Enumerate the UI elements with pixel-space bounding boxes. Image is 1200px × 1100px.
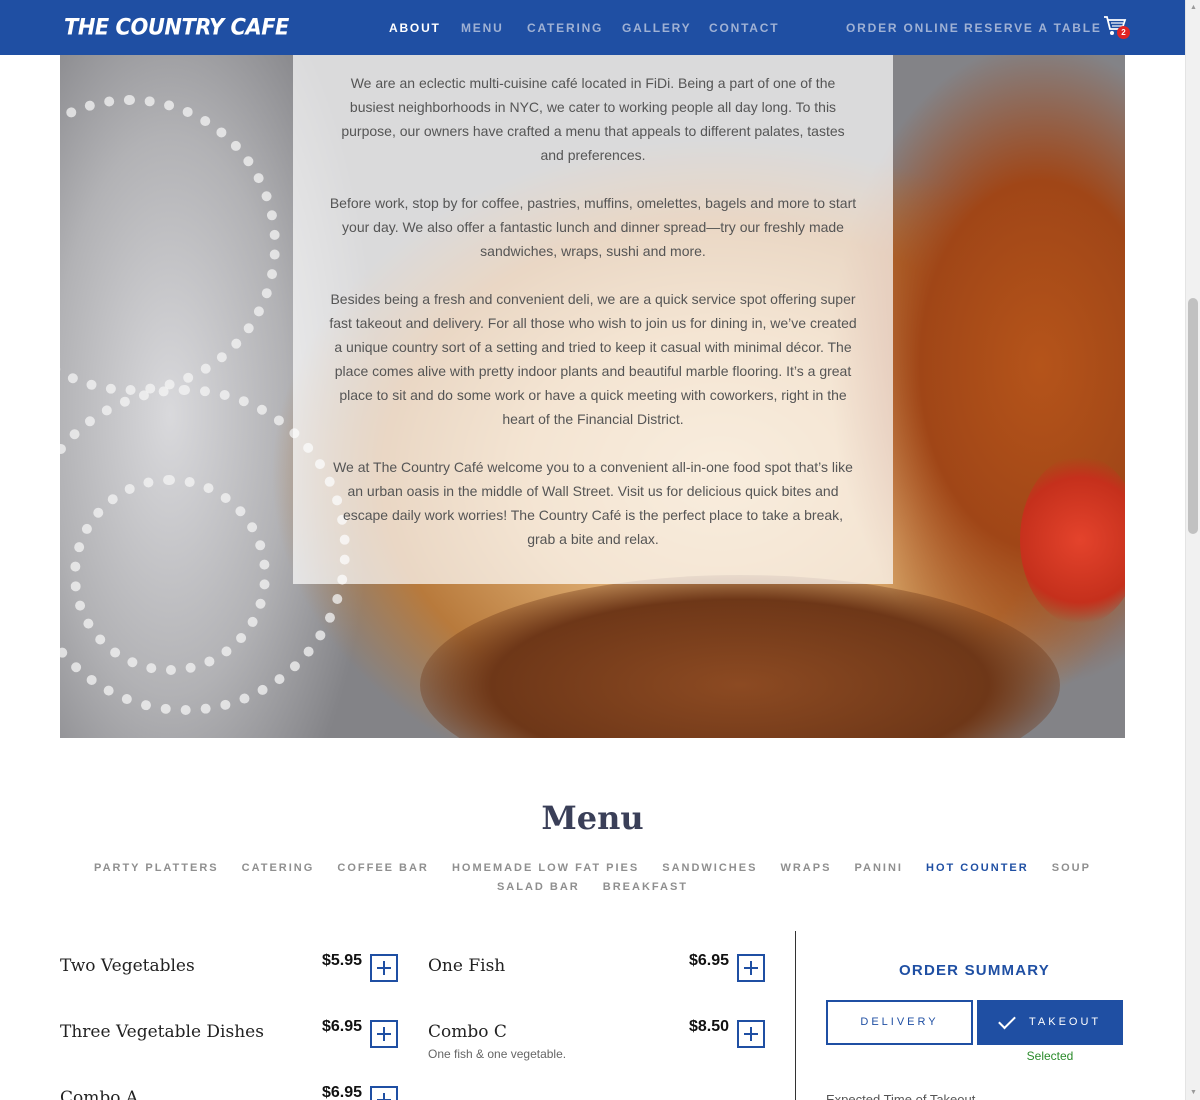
tab-coffee-bar[interactable]: COFFEE BAR: [337, 861, 429, 876]
nav-link-about[interactable]: ABOUT: [389, 20, 441, 36]
menu-item-price: $6.95: [688, 952, 729, 969]
menu-item-description: One fish & one vegetable.: [428, 1047, 567, 1061]
takeout-label: TAKEOUT: [1029, 1016, 1102, 1028]
menu-item-name: Three Vegetable Dishes: [60, 1022, 264, 1042]
about-paragraph: We at The Country Café welcome you to a …: [333, 459, 853, 547]
tab-soup[interactable]: SOUP: [1052, 861, 1091, 876]
order-online-link[interactable]: ORDER ONLINE: [846, 20, 960, 36]
menu-item-price: $5.95: [321, 952, 362, 969]
tomato-shape: [1020, 455, 1125, 625]
brand-logo[interactable]: THE COUNTRY CAFE: [64, 12, 289, 41]
menu-item: Combo A $6.95: [60, 1086, 398, 1100]
tab-party-platters[interactable]: PARTY PLATTERS: [94, 861, 219, 876]
nav-link-catering[interactable]: CATERING: [527, 20, 603, 36]
tab-hot-counter[interactable]: HOT COUNTER: [926, 861, 1029, 876]
scroll-down-arrow-icon[interactable]: ▼: [1186, 1085, 1200, 1100]
reserve-table-link[interactable]: RESERVE A TABLE: [964, 20, 1102, 36]
cart-button[interactable]: 2: [1103, 15, 1130, 41]
add-item-button[interactable]: [737, 954, 765, 982]
bread-crust-shape: [420, 575, 1060, 738]
add-item-button[interactable]: [370, 954, 398, 982]
menu-item-name: One Fish: [428, 956, 506, 976]
menu-item-name: Combo A: [60, 1088, 139, 1100]
takeout-button[interactable]: TAKEOUT: [977, 1000, 1123, 1045]
about-text-panel: We are an eclectic multi-cuisine café lo…: [293, 55, 893, 584]
column-divider: [795, 931, 796, 1100]
menu-item-price: $8.50: [688, 1018, 729, 1035]
doily-pattern: [60, 95, 280, 395]
selected-status-text: Selected: [1026, 1049, 1074, 1063]
menu-item: Three Vegetable Dishes $6.95: [60, 1018, 398, 1080]
menu-item: Two Vegetables $5.95: [60, 952, 398, 1014]
add-item-button[interactable]: [737, 1020, 765, 1048]
tab-breakfast[interactable]: BREAKFAST: [603, 880, 688, 895]
top-navbar: THE COUNTRY CAFE ABOUT MENU CATERING GAL…: [0, 0, 1185, 55]
tab-sandwiches[interactable]: SANDWICHES: [662, 861, 757, 876]
add-item-button[interactable]: [370, 1020, 398, 1048]
menu-section-title: Menu: [541, 799, 644, 837]
about-hero-image: We are an eclectic multi-cuisine café lo…: [60, 55, 1125, 738]
delivery-button[interactable]: DELIVERY: [826, 1000, 973, 1045]
scrollbar-thumb[interactable]: [1188, 298, 1198, 534]
doily-pattern: [70, 475, 270, 675]
scroll-up-arrow-icon[interactable]: ▲: [1186, 0, 1200, 15]
menu-category-tabs-row2: SALAD BAR BREAKFAST: [0, 880, 1185, 895]
expected-time-label: Expected Time of Takeout: [826, 1092, 976, 1100]
tab-catering[interactable]: CATERING: [242, 861, 315, 876]
tab-wraps[interactable]: WRAPS: [780, 861, 831, 876]
tab-salad-bar[interactable]: SALAD BAR: [497, 880, 580, 895]
menu-category-tabs: PARTY PLATTERS CATERING COFFEE BAR HOMEM…: [0, 861, 1185, 876]
menu-item: Combo C One fish & one vegetable. $8.50: [428, 1018, 765, 1080]
tab-homemade-low-fat-pies[interactable]: HOMEMADE LOW FAT PIES: [452, 861, 639, 876]
menu-item: One Fish $6.95: [428, 952, 765, 1014]
nav-link-menu[interactable]: MENU: [461, 20, 504, 36]
order-summary-title: ORDER SUMMARY: [899, 962, 1050, 979]
checkmark-icon: [998, 1011, 1016, 1030]
menu-item-price: $6.95: [321, 1018, 362, 1035]
menu-item-price: $6.95: [321, 1086, 362, 1100]
add-item-button[interactable]: [370, 1086, 398, 1100]
nav-link-gallery[interactable]: GALLERY: [622, 20, 692, 36]
page-scrollbar[interactable]: ▲ ▼: [1185, 0, 1200, 1100]
tab-panini[interactable]: PANINI: [855, 861, 903, 876]
menu-item-name: Combo C: [428, 1022, 507, 1042]
nav-link-contact[interactable]: CONTACT: [709, 20, 779, 36]
menu-item-name: Two Vegetables: [60, 956, 195, 976]
cart-count-badge: 2: [1117, 26, 1130, 39]
about-paragraph: Besides being a fresh and convenient del…: [329, 291, 857, 427]
about-paragraph: We are an eclectic multi-cuisine café lo…: [341, 75, 845, 163]
about-paragraph: Before work, stop by for coffee, pastrie…: [329, 195, 857, 259]
